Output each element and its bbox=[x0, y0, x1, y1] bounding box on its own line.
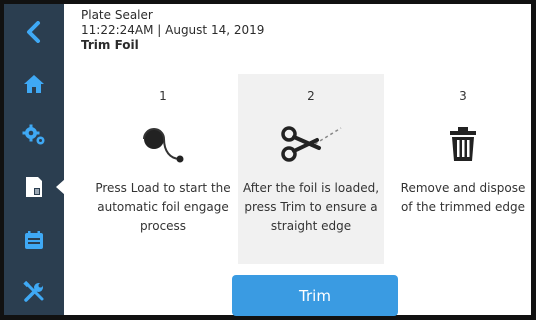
sidebar bbox=[4, 4, 65, 315]
page-title: Trim Foil bbox=[81, 38, 139, 52]
app-title: Plate Sealer bbox=[81, 8, 153, 22]
back-chevron-icon bbox=[27, 21, 40, 43]
back-button[interactable] bbox=[4, 12, 64, 52]
sidebar-item-seal[interactable] bbox=[4, 167, 65, 207]
datetime-text: 11:22:24AM | August 14, 2019 bbox=[81, 23, 265, 37]
sidebar-item-settings[interactable] bbox=[4, 115, 64, 155]
tools-icon bbox=[23, 281, 44, 302]
sidebar-item-schedule[interactable] bbox=[4, 220, 64, 260]
step-number: 3 bbox=[459, 89, 467, 103]
steps-panel: 1 Press Load to start the automatic foil… bbox=[64, 74, 536, 264]
settings-gears-icon bbox=[22, 124, 45, 145]
trim-button[interactable]: Trim bbox=[232, 275, 398, 316]
foil-load-icon bbox=[143, 128, 184, 163]
sidebar-item-home[interactable] bbox=[4, 64, 64, 104]
step-number: 2 bbox=[307, 89, 315, 103]
trash-icon bbox=[450, 127, 476, 161]
app-frame: Plate Sealer 11:22:24AM | August 14, 201… bbox=[0, 0, 536, 320]
header: Plate Sealer 11:22:24AM | August 14, 201… bbox=[81, 8, 264, 53]
step-3: 3 Remove and dispose of the trimmed edge bbox=[390, 74, 536, 264]
step-1: 1 Press Load to start the automatic foil… bbox=[90, 74, 236, 264]
calendar-icon bbox=[25, 231, 43, 249]
home-icon bbox=[24, 75, 44, 93]
step-description: After the foil is loaded, press Trim to … bbox=[242, 181, 380, 233]
step-description: Press Load to start the automatic foil e… bbox=[95, 181, 231, 233]
step-2: 2 After the foil is loaded, press Trim t… bbox=[238, 74, 384, 264]
scissors-cut-icon bbox=[281, 126, 342, 162]
sidebar-item-tools[interactable] bbox=[4, 272, 64, 312]
step-description: Remove and dispose of the trimmed edge bbox=[400, 181, 526, 214]
seal-plate-icon bbox=[26, 177, 42, 197]
step-number: 1 bbox=[159, 89, 167, 103]
